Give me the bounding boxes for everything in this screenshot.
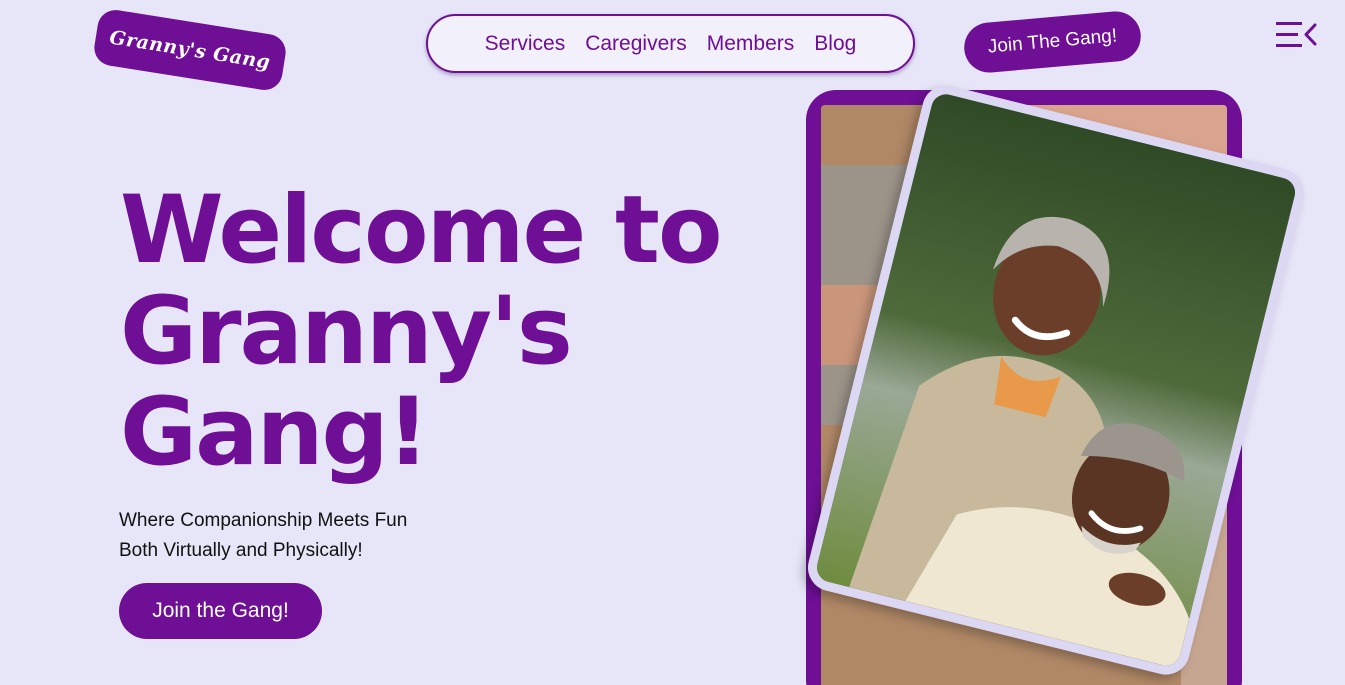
logo-text: Granny's Gang [108, 26, 272, 74]
main-nav: Services Caregivers Members Blog [426, 14, 915, 73]
nav-item-caregivers[interactable]: Caregivers [585, 32, 687, 56]
tagline-line-1: Where Companionship Meets Fun [119, 510, 408, 531]
header-join-button[interactable]: Join The Gang! [962, 9, 1143, 75]
nav-item-members[interactable]: Members [707, 32, 795, 56]
nav-item-blog[interactable]: Blog [814, 32, 856, 56]
hero-title-line-2: Granny's [120, 277, 573, 386]
brand-logo[interactable]: Granny's Gang [91, 7, 289, 93]
hero-join-button[interactable]: Join the Gang! [119, 583, 322, 639]
hero-title-line-1: Welcome to [120, 176, 723, 285]
nav-item-services[interactable]: Services [485, 32, 566, 56]
menu-collapse-icon[interactable] [1276, 20, 1318, 50]
hero-title: Welcome to Granny's Gang! [120, 176, 723, 487]
landing-page: Granny's Gang Services Caregivers Member… [0, 0, 1345, 685]
hero-title-line-3: Gang! [120, 378, 430, 487]
tagline-line-2: Both Virtually and Physically! [119, 540, 363, 561]
hero-tagline: Where Companionship Meets Fun Both Virtu… [119, 506, 407, 566]
